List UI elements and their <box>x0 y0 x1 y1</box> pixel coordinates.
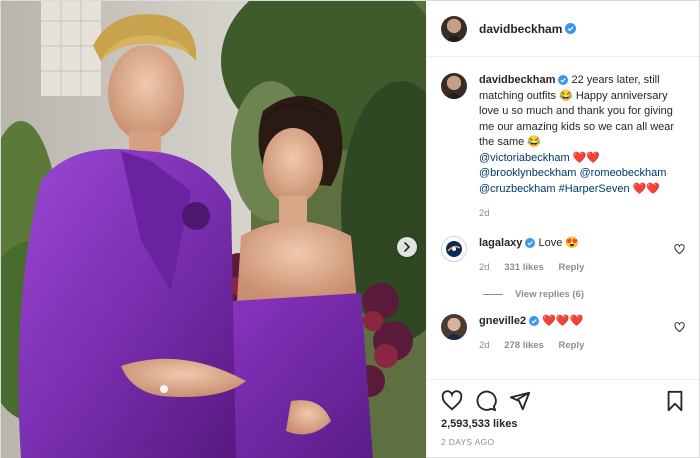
comment-likes[interactable]: 331 likes <box>504 262 544 273</box>
view-replies-label: View replies (6) <box>515 288 584 300</box>
red-heart-icon: ❤️❤️ <box>572 151 601 164</box>
next-arrow-icon <box>404 242 411 252</box>
view-replies-button[interactable]: View replies (6) <box>483 289 685 300</box>
mention-romeo[interactable]: @romeobeckham <box>579 167 666 179</box>
heart-icon <box>441 390 463 411</box>
comment-username[interactable]: gneville2 <box>479 315 526 327</box>
comment-likes[interactable]: 278 likes <box>504 340 544 351</box>
comment-body: Love <box>538 236 566 249</box>
red-heart-icon: ❤️❤️ <box>632 182 661 195</box>
comment-item: lagalaxy Love 😍 2d 331 likes Reply <box>441 235 685 275</box>
like-count[interactable]: 2,593,533 likes <box>441 418 685 430</box>
instagram-post: davidbeckham davidbeckham 22 years later… <box>0 0 700 458</box>
comment-avatar[interactable] <box>441 313 467 340</box>
red-heart-icon: ❤️❤️❤️ <box>542 314 584 327</box>
laughing-emoji-icon: 😂 <box>559 89 573 102</box>
comment-avatar[interactable] <box>441 235 467 262</box>
comment-meta: 2d 331 likes Reply <box>479 260 596 275</box>
share-icon <box>509 391 531 411</box>
comment-age: 2d <box>479 339 490 351</box>
post-photo[interactable] <box>1 1 426 458</box>
bookmark-icon <box>667 390 683 412</box>
mention-victoria[interactable]: @victoriabeckham <box>479 152 570 164</box>
caption-age: 2d <box>479 208 490 219</box>
verified-icon <box>525 237 536 248</box>
la-galaxy-logo-icon <box>446 240 462 257</box>
comment-text: gneville2 ❤️❤️❤️ <box>479 314 596 329</box>
view-replies-dash <box>483 293 503 295</box>
comment-username[interactable]: lagalaxy <box>479 237 522 249</box>
save-button[interactable] <box>665 390 685 412</box>
action-icons <box>441 388 685 414</box>
share-button[interactable] <box>509 390 531 412</box>
mention-cruz[interactable]: @cruzbeckham <box>479 183 556 195</box>
caption-username[interactable]: davidbeckham <box>479 74 555 86</box>
comments-section: davidbeckham 22 years later, still match… <box>427 57 699 379</box>
author-username[interactable]: davidbeckham <box>479 22 562 36</box>
post-caption: davidbeckham 22 years later, still match… <box>441 73 685 222</box>
verified-icon <box>558 75 569 85</box>
next-photo-button[interactable] <box>397 237 417 257</box>
comment-heart-icon[interactable] <box>674 243 685 255</box>
heart-eyes-emoji-icon: 😍 <box>565 236 580 249</box>
post-actions: 2,593,533 likes 2 DAYS AGO <box>427 379 699 457</box>
caption-avatar[interactable] <box>441 73 467 99</box>
caption-meta: 2d <box>479 206 685 222</box>
comment-heart-icon[interactable] <box>674 321 685 333</box>
comment-button[interactable] <box>475 390 497 412</box>
reply-button[interactable]: Reply <box>558 262 584 273</box>
comment-icon <box>476 390 497 412</box>
reply-button[interactable]: Reply <box>558 340 584 351</box>
comment-age: 2d <box>479 261 490 273</box>
caption-text: davidbeckham 22 years later, still match… <box>479 73 685 197</box>
comment-item: gneville2 ❤️❤️❤️ 2d 278 likes Reply <box>441 313 685 353</box>
author-avatar[interactable] <box>441 15 467 42</box>
photo-scene <box>1 1 426 458</box>
mention-brooklyn[interactable]: @brooklynbeckham <box>479 167 576 179</box>
laughing-emoji-icon: 😂 <box>527 136 542 148</box>
like-button[interactable] <box>441 390 463 412</box>
comment-meta: 2d 278 likes Reply <box>479 338 596 353</box>
post-timestamp[interactable]: 2 DAYS AGO <box>441 437 685 447</box>
post-sidebar: davidbeckham davidbeckham 22 years later… <box>426 1 699 457</box>
hashtag-harperseven[interactable]: #HarperSeven <box>559 183 630 195</box>
comment-text: lagalaxy Love 😍 <box>479 236 596 251</box>
verified-icon <box>565 23 577 34</box>
verified-icon <box>529 315 540 326</box>
post-header: davidbeckham <box>427 1 699 57</box>
